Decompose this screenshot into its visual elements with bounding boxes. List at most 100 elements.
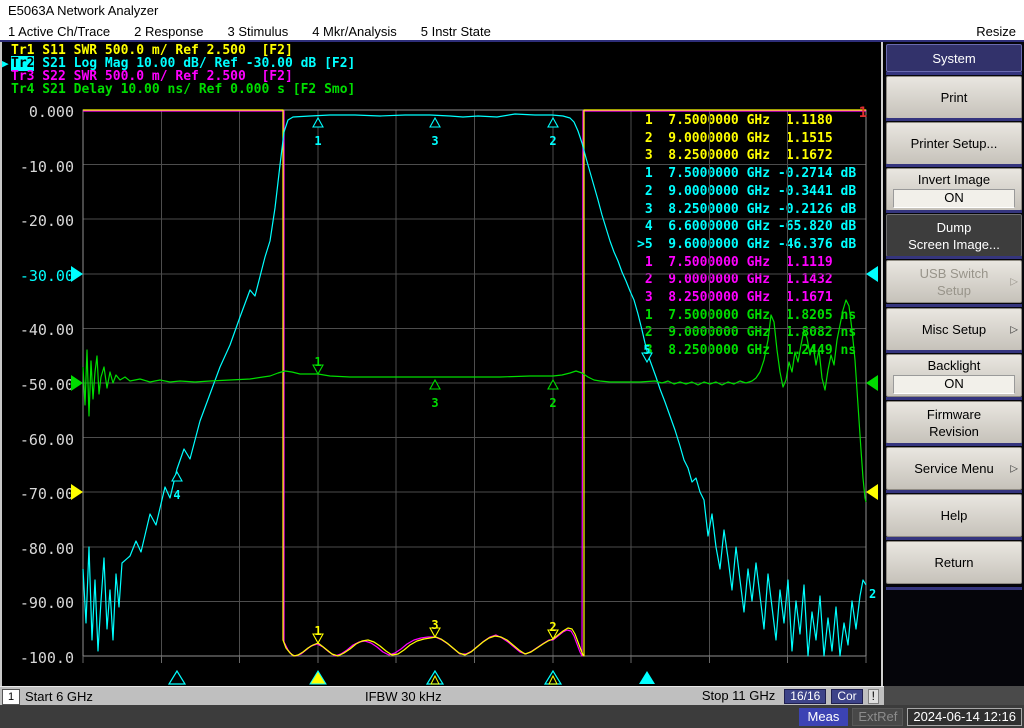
menu-item-3[interactable]: 3 Stimulus [228, 24, 289, 39]
softkey-separator-4 [886, 210, 1022, 213]
softkey-usb-switch-setup-label-2: Setup [937, 282, 971, 299]
softkey-printer-setup[interactable]: Printer Setup... [886, 122, 1022, 165]
menu-item-5[interactable]: 5 Instr State [421, 24, 491, 39]
submenu-arrow-icon: ▷ [1010, 321, 1018, 338]
marker-row-tr4-11: 1 7.5000000 GHz 1.8205 ns [637, 307, 856, 325]
marker-row-tr1-0: 1 7.5000000 GHz 1.1180 [637, 112, 856, 130]
marker-row-tr3-10: 3 8.2500000 GHz 1.1671 [637, 289, 856, 307]
softkey-dump-screen-image-label: Dump [937, 219, 972, 236]
menu-item-resize[interactable]: Resize [976, 24, 1016, 39]
marker-row-tr1-1: 2 9.0000000 GHz 1.1515 [637, 130, 856, 148]
softkey-print[interactable]: Print [886, 76, 1022, 119]
system-status-bar: Meas ExtRef 2024-06-14 12:16 [0, 705, 1024, 728]
status-bar: 1 Start 6 GHz IFBW 30 kHz Stop 11 GHz 16… [0, 686, 884, 705]
softkey-usb-switch-setup[interactable]: USB SwitchSetup▷ [886, 260, 1022, 303]
y-axis-label-6: -60.00 [20, 431, 74, 449]
softkey-invert-image[interactable]: Invert ImageON [886, 168, 1022, 211]
marker-row-tr1-2: 3 8.2500000 GHz 1.1672 [637, 147, 856, 165]
sweep-count-badge: 16/16 [784, 689, 826, 704]
y-axis-label-10: -100.0 [20, 649, 74, 667]
softkey-separator-end [886, 587, 1022, 590]
softkey-separator-9 [886, 443, 1022, 446]
trace-name-tr4: Tr4 [11, 82, 34, 97]
active-trace-arrow-icon: ▶ [2, 57, 11, 70]
softkey-menu: SystemPrintPrinter Setup...Invert ImageO… [884, 42, 1024, 686]
datetime-display: 2024-06-14 12:16 [907, 708, 1022, 726]
softkey-separator-3 [886, 164, 1022, 167]
softkey-usb-switch-setup-label: USB Switch [920, 265, 989, 282]
marker-row-tr4-12: 2 9.0000000 GHz 1.8082 ns [637, 324, 856, 342]
trace-arrow-placeholder [2, 44, 11, 57]
softkey-backlight[interactable]: BacklightON [886, 354, 1022, 397]
meas-status-badge: Meas [799, 708, 849, 726]
menu-item-1[interactable]: 1 Active Ch/Trace [8, 24, 110, 39]
softkey-system[interactable]: System [886, 44, 1022, 72]
marker-row-tr2-4: 2 9.0000000 GHz -0.3441 dB [637, 183, 856, 201]
softkey-system-label: System [932, 50, 975, 67]
alert-badge: ! [868, 689, 879, 704]
marker-row-tr3-8: 1 7.5000000 GHz 1.1119 [637, 254, 856, 272]
system-status-cluster: Meas ExtRef 2024-06-14 12:16 [799, 707, 1022, 726]
softkey-dump-screen-image-label-2: Screen Image... [908, 236, 1000, 253]
softkey-firmware-revision-label-2: Revision [929, 423, 979, 440]
y-axis-label-4: -40.00 [20, 321, 74, 339]
start-frequency-label: Start 6 GHz [25, 688, 93, 705]
status-right-cluster: Stop 11 GHz 16/16 Cor ! [702, 688, 879, 704]
marker-row-tr2-7: >5 9.6000000 GHz -46.376 dB [637, 236, 856, 254]
menu-bar: 1 Active Ch/Trace 2 Response 3 Stimulus 4 M… [0, 22, 1024, 42]
softkey-invert-image-state: ON [893, 189, 1015, 208]
softkey-misc-setup[interactable]: Misc Setup ▷ [886, 308, 1022, 351]
softkey-help-label: Help [941, 507, 968, 524]
y-axis-label-9: -90.00 [20, 594, 74, 612]
instrument-window: E5063A Network Analyzer 1 Active Ch/Trac… [0, 0, 1024, 728]
marker-row-tr3-9: 2 9.0000000 GHz 1.1432 [637, 271, 856, 289]
marker-row-tr4-13: 3 8.2500000 GHz 1.2449 ns [637, 342, 856, 360]
trace-arrow-placeholder [2, 70, 11, 83]
menu-item-2[interactable]: 2 Response [134, 24, 203, 39]
softkey-separator-8 [886, 397, 1022, 400]
softkey-dump-screen-image[interactable]: DumpScreen Image... [886, 214, 1022, 257]
softkey-invert-image-label: Invert Image [918, 171, 990, 188]
extref-status-badge: ExtRef [852, 708, 903, 726]
trace-arrow-placeholder [2, 83, 11, 96]
softkey-return[interactable]: Return [886, 541, 1022, 584]
trace-settings-tr4: S21 Delay 10.00 ns/ Ref 0.000 s [F2 Smo] [34, 82, 355, 97]
softkey-service-menu[interactable]: Service Menu ▷ [886, 447, 1022, 490]
softkey-backlight-state: ON [893, 375, 1015, 394]
y-axis-label-8: -80.00 [20, 540, 74, 558]
menu-item-4[interactable]: 4 Mkr/Analysis [312, 24, 397, 39]
trace-status-block: Tr1 S11 SWR 500.0 m/ Ref 2.500 [F2]▶Tr2 … [2, 44, 355, 96]
softkey-separator-1 [886, 72, 1022, 75]
marker-row-tr2-3: 1 7.5000000 GHz -0.2714 dB [637, 165, 856, 183]
submenu-arrow-icon: ▷ [1010, 460, 1018, 477]
softkey-firmware-revision[interactable]: FirmwareRevision [886, 401, 1022, 444]
y-axis-label-3: -30.00 [20, 267, 74, 285]
trace-status-tr4[interactable]: Tr4 S21 Delay 10.00 ns/ Ref 0.000 s [F2 … [2, 83, 355, 96]
softkey-separator-7 [886, 350, 1022, 353]
screen-left-border [0, 42, 2, 686]
marker-readout-table: 1 7.5000000 GHz 1.1180 2 9.0000000 GHz 1… [637, 112, 856, 360]
softkey-backlight-label: Backlight [928, 357, 981, 374]
correction-badge: Cor [831, 689, 862, 704]
status-bar-right-filler [884, 686, 1024, 705]
softkey-help[interactable]: Help [886, 494, 1022, 537]
softkey-printer-setup-label: Printer Setup... [911, 135, 998, 152]
softkey-firmware-revision-label: Firmware [927, 406, 981, 423]
softkey-print-label: Print [941, 89, 968, 106]
softkey-service-menu-label: Service Menu [914, 460, 993, 477]
softkey-separator-11 [886, 537, 1022, 540]
y-axis-label-2: -20.00 [20, 212, 74, 230]
y-axis-label-1: -10.00 [20, 158, 74, 176]
softkey-separator-6 [886, 304, 1022, 307]
marker-row-tr2-6: 4 6.6000000 GHz -65.820 dB [637, 218, 856, 236]
y-axis-label-7: -70.00 [20, 485, 74, 503]
softkey-separator-10 [886, 490, 1022, 493]
marker-row-tr2-5: 3 8.2500000 GHz -0.2126 dB [637, 201, 856, 219]
window-title: E5063A Network Analyzer [8, 3, 158, 18]
channel-number-box: 1 [2, 689, 20, 705]
y-axis-label-0: 0.000 [29, 103, 74, 121]
softkey-separator-5 [886, 256, 1022, 259]
softkey-misc-setup-label: Misc Setup [922, 321, 986, 338]
y-axis-label-5: -50.00 [20, 376, 74, 394]
ifbw-label: IFBW 30 kHz [365, 688, 442, 705]
